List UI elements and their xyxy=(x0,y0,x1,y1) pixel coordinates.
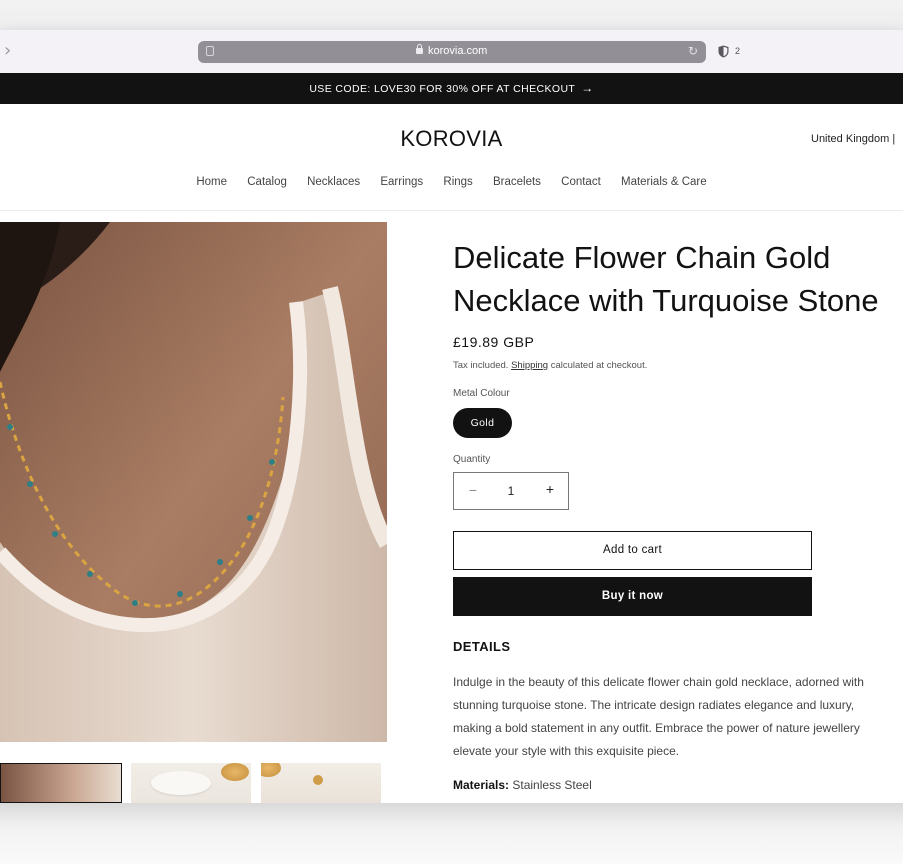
announcement-text: USE CODE: LOVE30 FOR 30% OFF AT CHECKOUT xyxy=(309,83,576,95)
tax-prefix: Tax included. xyxy=(453,360,509,371)
quantity-increase-button[interactable]: + xyxy=(543,481,557,497)
product-title: Delicate Flower Chain Gold Necklace with… xyxy=(453,236,903,322)
lock-icon xyxy=(416,44,423,54)
nav-home[interactable]: Home xyxy=(196,176,227,188)
thumbnail-gold xyxy=(221,763,249,781)
quantity-stepper: − 1 + xyxy=(453,472,569,510)
nav-contact[interactable]: Contact xyxy=(561,176,601,188)
metal-option-gold[interactable]: Gold xyxy=(453,408,512,438)
nav-rings[interactable]: Rings xyxy=(443,176,472,188)
quantity-decrease-button[interactable]: − xyxy=(466,482,480,498)
document-icon[interactable] xyxy=(206,46,214,56)
announcement-bar[interactable]: USE CODE: LOVE30 FOR 30% OFF AT CHECKOUT… xyxy=(0,73,903,104)
quantity-label: Quantity xyxy=(453,454,491,465)
url-text: korovia.com xyxy=(428,45,488,57)
materials-value: Stainless Steel xyxy=(512,778,592,792)
browser-window: › korovia.com ↻ 2 USE CODE: LOVE30 FOR 3… xyxy=(0,30,903,803)
tax-note: Tax included. Shipping calculated at che… xyxy=(453,360,647,371)
quantity-input[interactable]: 1 xyxy=(502,484,520,498)
store-logo[interactable]: KOROVIA xyxy=(0,126,903,152)
address-bar[interactable]: korovia.com ↻ xyxy=(198,41,706,63)
product-main-image[interactable] xyxy=(0,222,387,742)
thumbnail-3[interactable] xyxy=(261,763,381,803)
nav-necklaces[interactable]: Necklaces xyxy=(307,176,360,188)
details-line: making a bold statement in any outfit. E… xyxy=(453,721,860,735)
arrow-right-icon: → xyxy=(581,81,594,95)
main-nav: Home Catalog Necklaces Earrings Rings Br… xyxy=(0,176,903,188)
product-price: £19.89 GBP xyxy=(453,334,535,350)
header-divider xyxy=(0,210,903,211)
nav-earrings[interactable]: Earrings xyxy=(380,176,423,188)
details-line: Indulge in the beauty of this delicate f… xyxy=(453,675,864,689)
materials-line: Materials: Stainless Steel xyxy=(453,778,592,792)
thumbnail-1[interactable] xyxy=(0,763,122,803)
nav-materials-care[interactable]: Materials & Care xyxy=(621,176,707,188)
details-line: stunning turquoise stone. The intricate … xyxy=(453,698,855,712)
reload-icon[interactable]: ↻ xyxy=(688,44,698,58)
details-heading: DETAILS xyxy=(453,639,511,654)
add-to-cart-button[interactable]: Add to cart xyxy=(453,531,812,570)
metal-colour-label: Metal Colour xyxy=(453,388,510,399)
country-selector[interactable]: United Kingdom | xyxy=(811,133,895,145)
product-title-line: Delicate Flower Chain Gold xyxy=(453,240,831,275)
product-photo-illustration xyxy=(0,222,387,742)
thumbnail-gold xyxy=(313,775,323,785)
nav-bracelets[interactable]: Bracelets xyxy=(493,176,541,188)
browser-toolbar: › korovia.com ↻ 2 xyxy=(0,30,903,73)
product-title-line: Necklace with Turquoise Stone xyxy=(453,283,879,318)
shipping-link[interactable]: Shipping xyxy=(511,360,548,371)
thumbnail-2[interactable] xyxy=(131,763,251,803)
tax-suffix: calculated at checkout. xyxy=(550,360,648,371)
desktop-background-top xyxy=(0,0,903,30)
details-line: elevate your style with this exquisite p… xyxy=(453,744,680,758)
shield-count: 2 xyxy=(735,46,741,56)
desktop-background-bottom xyxy=(0,803,903,864)
materials-label: Materials: xyxy=(453,778,510,792)
thumbnail-gold xyxy=(261,763,281,777)
details-description: Indulge in the beauty of this delicate f… xyxy=(453,671,903,763)
chevron-right-icon[interactable]: › xyxy=(4,39,11,63)
shield-icon[interactable] xyxy=(718,45,729,58)
thumbnail-dish xyxy=(151,771,211,795)
buy-now-button[interactable]: Buy it now xyxy=(453,577,812,616)
nav-catalog[interactable]: Catalog xyxy=(247,176,287,188)
